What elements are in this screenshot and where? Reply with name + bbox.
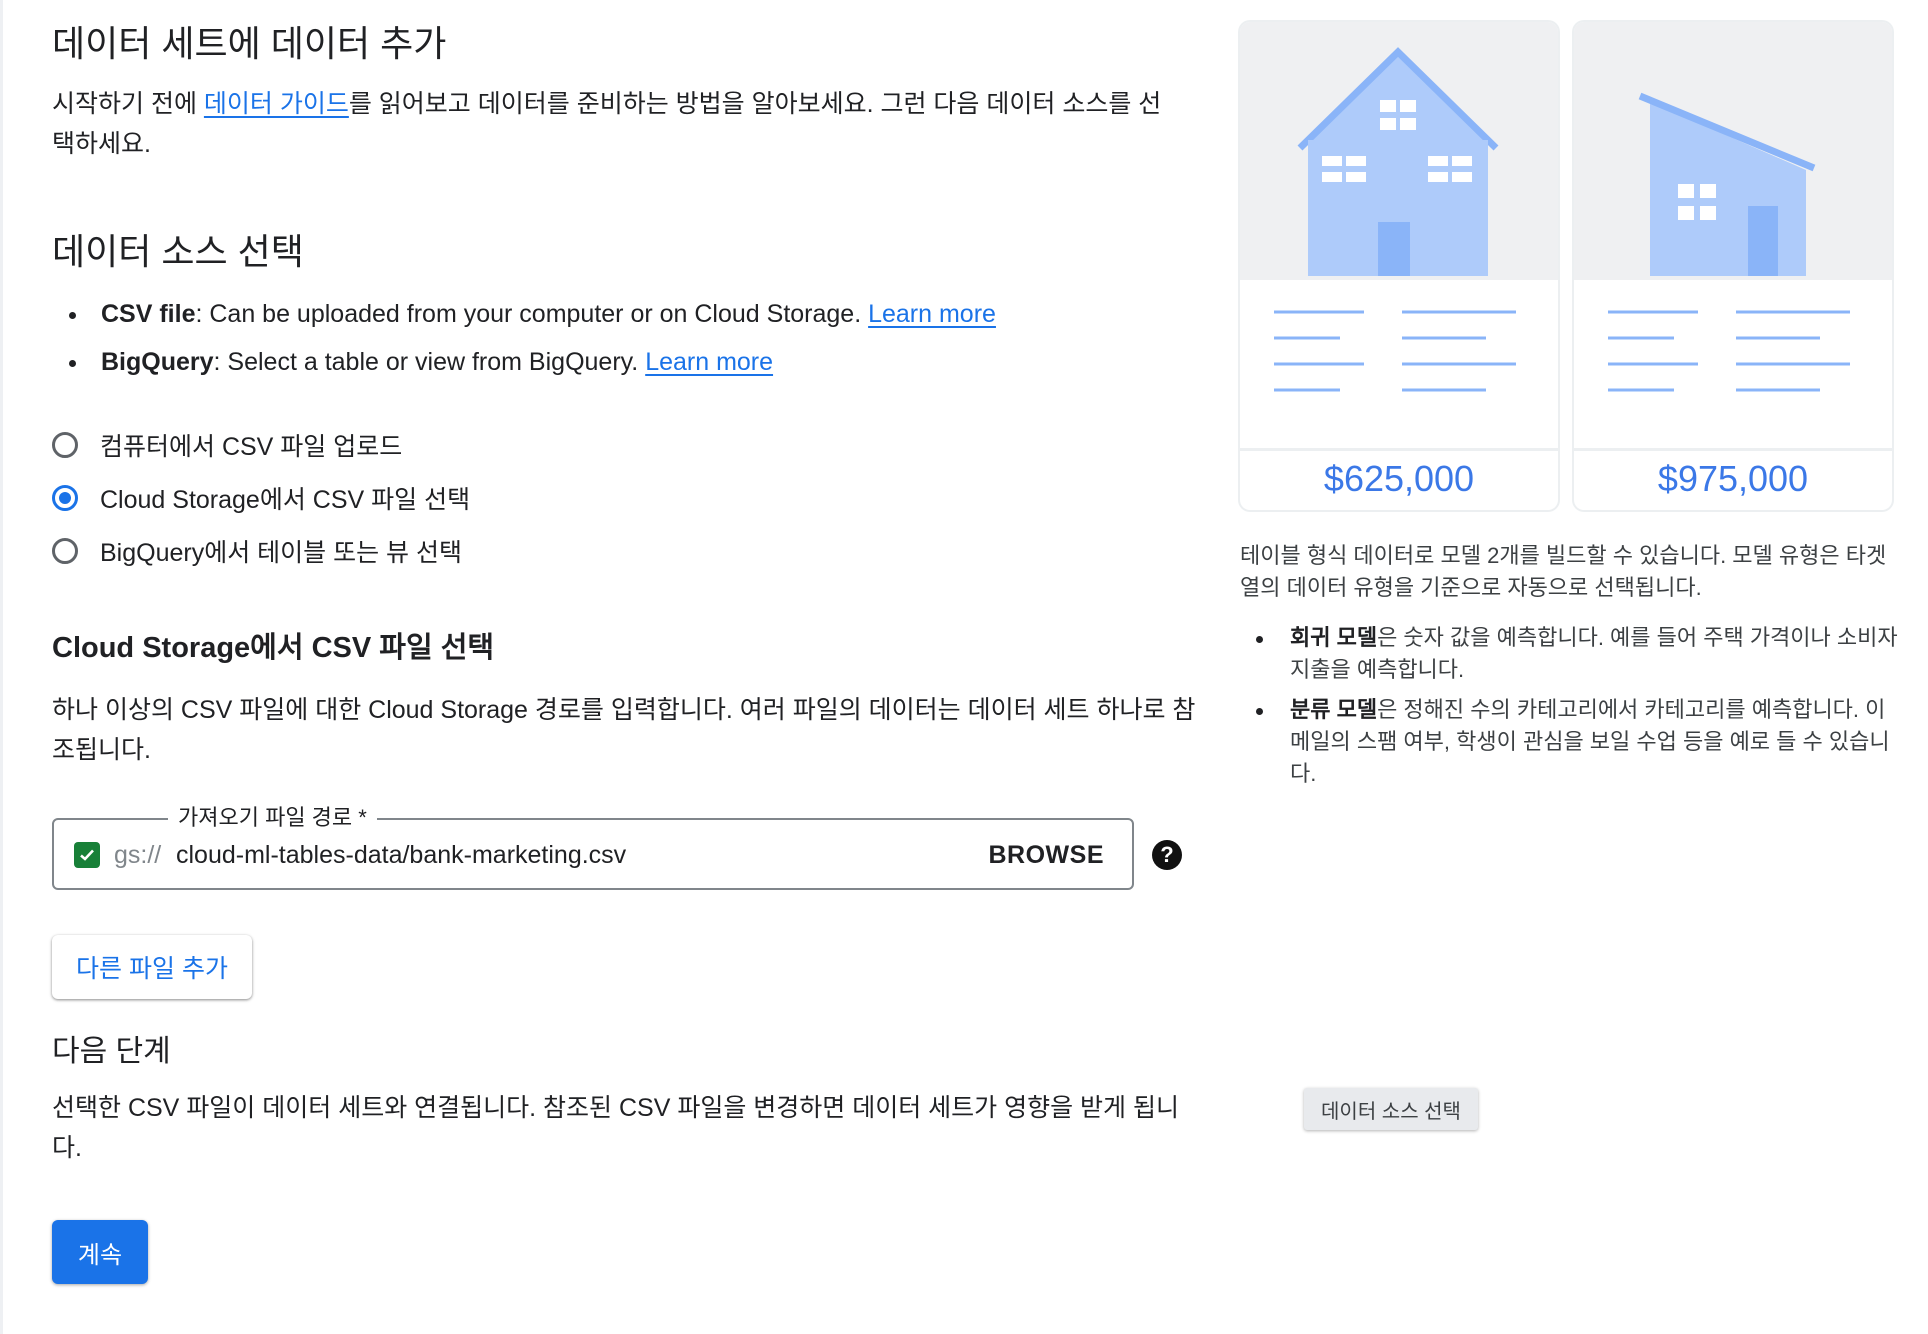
- radio-button-bigquery[interactable]: [52, 537, 78, 564]
- data-guide-link[interactable]: 데이터 가이드: [204, 90, 349, 118]
- bigquery-bullet-bold: BigQuery: [101, 348, 214, 376]
- radio-label-gcs-csv: Cloud Storage에서 CSV 파일 선택: [100, 485, 471, 514]
- regression-model-bold: 회귀 모델: [1290, 625, 1378, 650]
- classification-model-bullet: 분류 모델은 정해진 수의 카테고리에서 카테고리를 예측합니다. 이메일의 스…: [1240, 694, 1900, 790]
- radio-button-gcs-csv[interactable]: [52, 484, 78, 511]
- bigquery-bullet-text: : Select a table or view from BigQuery.: [213, 348, 646, 376]
- house-price: $625,000: [1323, 458, 1475, 499]
- house-icon: [1297, 47, 1499, 276]
- next-steps-title: 다음 단계: [52, 1035, 171, 1068]
- source-section-title: 데이터 소스 선택: [52, 231, 304, 272]
- building-price: $975,000: [1657, 458, 1809, 499]
- building-card-lines: [1574, 280, 1892, 451]
- csv-bullet: CSV file: Can be uploaded from your comp…: [52, 292, 1152, 340]
- building-price-card: $975,000: [1574, 22, 1892, 510]
- gcs-description: 하나 이상의 CSV 파일에 대한 Cloud Storage 경로를 입력합니…: [52, 696, 1196, 764]
- gcs-section-title: Cloud Storage에서 CSV 파일 선택: [52, 632, 495, 664]
- radio-button-upload-csv[interactable]: [52, 431, 78, 458]
- gs-prefix: gs://: [114, 841, 162, 869]
- import-file-path-field[interactable]: 가져오기 파일 경로 * gs:// cloud-ml-tables-data/…: [52, 804, 1134, 890]
- intro-prefix: 시작하기 전에: [52, 90, 204, 118]
- file-path-input[interactable]: cloud-ml-tables-data/bank-marketing.csv: [176, 838, 626, 872]
- continue-button[interactable]: 계속: [52, 1220, 148, 1284]
- house-illustration: [1240, 22, 1558, 280]
- classification-model-bold: 분류 모델: [1290, 697, 1378, 722]
- radio-option-gcs-csv[interactable]: Cloud Storage에서 CSV 파일 선택: [52, 471, 470, 524]
- building-illustration: [1574, 22, 1892, 280]
- classification-model-text: 은 정해진 수의 카테고리에서 카테고리를 예측합니다. 이메일의 스팸 여부,…: [1290, 697, 1890, 786]
- left-border: [0, 0, 3, 1334]
- add-another-file-button[interactable]: 다른 파일 추가: [52, 935, 252, 999]
- radio-label-upload-csv: 컴퓨터에서 CSV 파일 업로드: [100, 432, 403, 461]
- csv-bullet-text: : Can be uploaded from your computer or …: [195, 300, 869, 328]
- checkbox-checked-icon[interactable]: [74, 842, 100, 868]
- help-icon[interactable]: ?: [1152, 840, 1182, 870]
- bigquery-learn-more-link[interactable]: Learn more: [645, 348, 773, 376]
- radio-option-bigquery[interactable]: BigQuery에서 테이블 또는 뷰 선택: [52, 524, 470, 577]
- regression-model-bullet: 회귀 모델은 숫자 값을 예측합니다. 예를 들어 주택 가격이나 소비자 지출…: [1240, 622, 1900, 686]
- radio-label-bigquery: BigQuery에서 테이블 또는 뷰 선택: [100, 538, 462, 567]
- browse-button[interactable]: BROWSE: [989, 838, 1105, 872]
- text-lines-icon: [1608, 310, 1850, 392]
- text-lines-icon: [1274, 310, 1516, 392]
- house-price-card: $625,000: [1240, 22, 1558, 510]
- house-card-lines: [1240, 280, 1558, 451]
- radio-option-upload-csv[interactable]: 컴퓨터에서 CSV 파일 업로드: [52, 418, 470, 471]
- csv-learn-more-link[interactable]: Learn more: [868, 300, 996, 328]
- source-radio-group: 컴퓨터에서 CSV 파일 업로드 Cloud Storage에서 CSV 파일 …: [52, 418, 470, 577]
- building-icon: [1638, 92, 1816, 276]
- tooltip: 데이터 소스 선택: [1304, 1088, 1478, 1130]
- csv-bullet-bold: CSV file: [101, 300, 196, 328]
- regression-model-text: 은 숫자 값을 예측합니다. 예를 들어 주택 가격이나 소비자 지출을 예측합…: [1290, 625, 1898, 682]
- source-bullets: CSV file: Can be uploaded from your comp…: [52, 292, 1152, 388]
- intro-text: 시작하기 전에 데이터 가이드를 읽어보고 데이터를 준비하는 방법을 알아보세…: [52, 84, 1172, 164]
- model-info-text: 테이블 형식 데이터로 모델 2개를 빌드할 수 있습니다. 모델 유형은 타겟…: [1240, 543, 1887, 600]
- import-file-path-label: 가져오기 파일 경로 *: [168, 804, 377, 832]
- next-steps-description: 선택한 CSV 파일이 데이터 세트와 연결됩니다. 참조된 CSV 파일을 변…: [52, 1094, 1179, 1162]
- bigquery-bullet: BigQuery: Select a table or view from Bi…: [52, 340, 1152, 388]
- model-info-bullets: 회귀 모델은 숫자 값을 예측합니다. 예를 들어 주택 가격이나 소비자 지출…: [1240, 622, 1900, 798]
- page-title: 데이터 세트에 데이터 추가: [52, 23, 447, 64]
